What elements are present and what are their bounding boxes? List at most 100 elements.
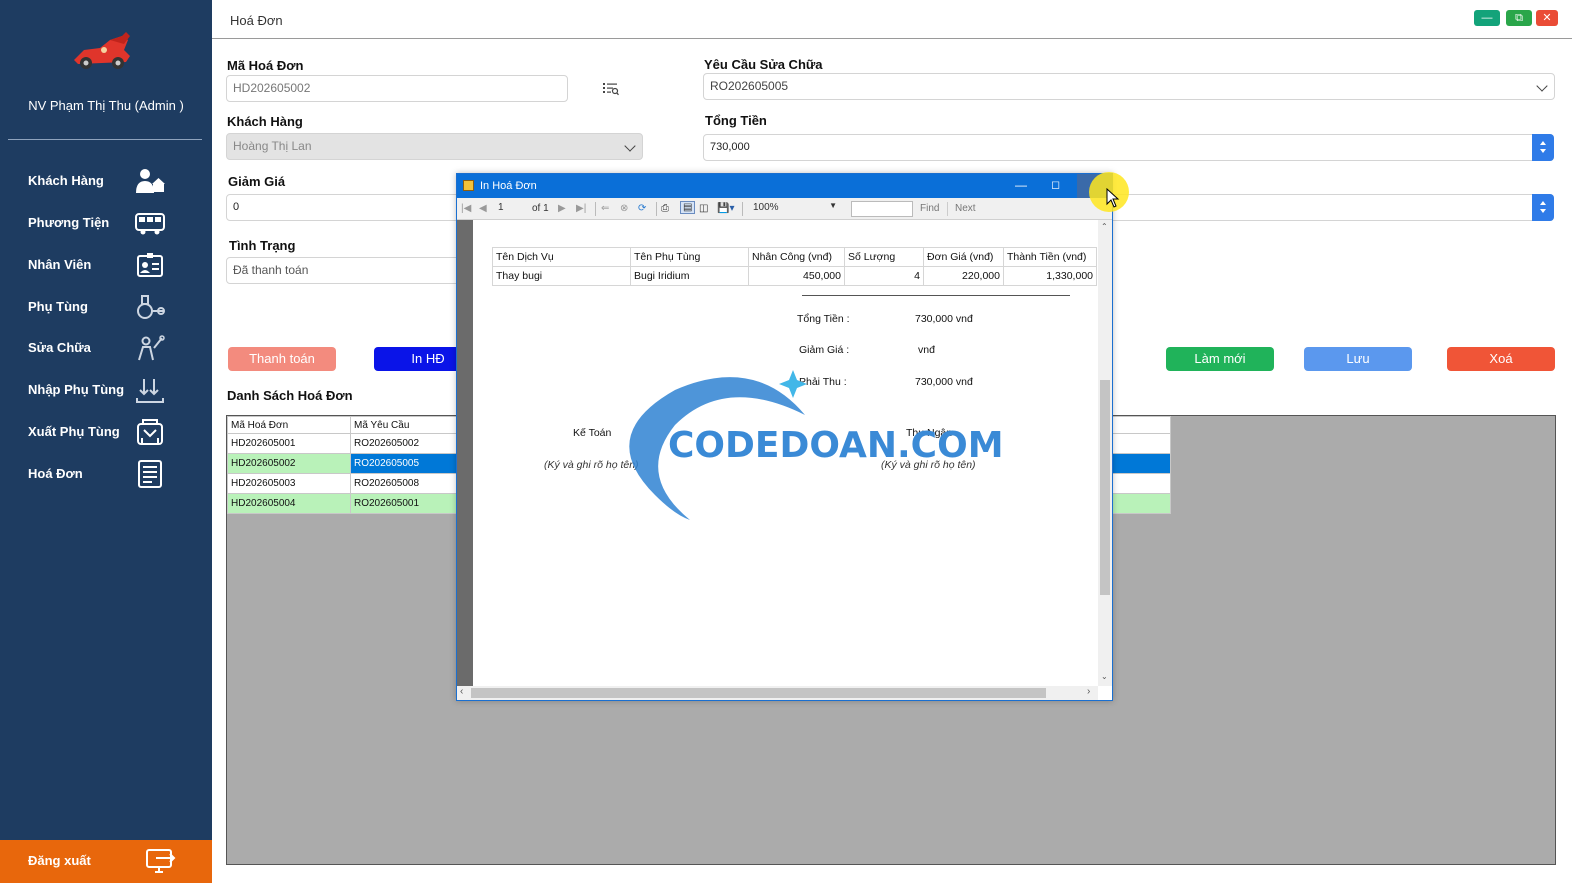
xoa-button[interactable]: Xoá — [1447, 347, 1555, 371]
grid-cell[interactable]: HD202605002 — [227, 453, 351, 474]
import-icon — [136, 379, 164, 403]
sidebar-item-label: Nhân Viên — [28, 256, 92, 272]
mouse-cursor-icon — [1106, 188, 1120, 208]
find-link[interactable]: Find — [920, 203, 939, 214]
grid-header[interactable]: Mã Hoá Đơn — [227, 416, 351, 434]
minimize-button[interactable]: — — [1474, 10, 1500, 26]
sidebar-item-label: Hoá Đơn — [28, 465, 83, 481]
report-margin — [457, 220, 473, 686]
scroll-thumb[interactable] — [471, 688, 1046, 698]
sidebar-item-label: Xuất Phụ Tùng — [28, 423, 120, 439]
prev-page-icon[interactable]: ◀ — [479, 203, 487, 214]
sidebar-item-khach-hang[interactable]: Khách Hàng — [0, 160, 212, 200]
giam-gia-spinner[interactable] — [1532, 194, 1554, 221]
scroll-up-icon[interactable]: ⌃ — [1101, 222, 1108, 231]
scroll-right-icon[interactable]: › — [1087, 686, 1090, 697]
giam-gia-label: Giảm Giá — [228, 174, 286, 189]
chevron-down-icon — [1536, 80, 1548, 92]
grid-cell[interactable]: HD202605003 — [227, 473, 351, 494]
page-of-label: of 1 — [532, 203, 549, 214]
sidebar-divider — [8, 139, 202, 140]
user-name: NV Phạm Thị Thu (Admin ) — [28, 98, 184, 113]
last-page-icon[interactable]: ▶| — [576, 203, 586, 214]
stop-icon[interactable]: ⊗ — [620, 203, 628, 214]
yeu-cau-select[interactable]: RO202605005 — [703, 73, 1555, 100]
report-cell: Bugi Iridium — [630, 266, 749, 286]
first-page-icon[interactable]: |◀ — [461, 203, 471, 214]
restore-button[interactable]: ⧉ — [1506, 10, 1532, 26]
page-setup-icon[interactable]: ◫ — [699, 203, 708, 214]
dialog-minimize-icon[interactable]: — — [1015, 178, 1027, 192]
next-link[interactable]: Next — [955, 203, 976, 214]
spare-part-icon — [137, 295, 165, 319]
scroll-thumb[interactable] — [1100, 380, 1110, 595]
sidebar-item-nhan-vien[interactable]: Nhân Viên — [0, 244, 212, 284]
scroll-down-icon[interactable]: ⌄ — [1101, 672, 1108, 681]
sidebar-item-label: Phụ Tùng — [28, 298, 88, 314]
sidebar-item-sua-chua[interactable]: Sửa Chữa — [0, 327, 212, 367]
window-title: Hoá Đơn — [230, 13, 283, 28]
zoom-value: 100% — [753, 202, 779, 213]
ma-hoa-don-label: Mã Hoá Đơn — [227, 58, 304, 73]
dialog-maximize-icon[interactable]: ◻ — [1051, 178, 1060, 191]
sidebar-item-nhap-phu-tung[interactable]: Nhập Phụ Tùng — [0, 369, 212, 409]
ma-hoa-don-input[interactable]: HD202605002 — [226, 75, 568, 102]
dialog-titlebar: In Hoá Đơn — ◻ — [457, 174, 1113, 198]
id-card-icon — [137, 253, 163, 277]
tong-tien-input[interactable]: 730,000 — [703, 134, 1554, 161]
horizontal-scrollbar[interactable]: ‹ › — [457, 686, 1098, 700]
sidebar-item-label: Khách Hàng — [28, 172, 104, 188]
sidebar-item-xuat-phu-tung[interactable]: Xuất Phụ Tùng — [0, 411, 212, 451]
toolbar-separator — [656, 202, 657, 216]
print-icon[interactable]: ⎙ — [661, 203, 669, 214]
export-icon — [137, 419, 163, 445]
tong-tien-label: Tổng Tiền — [705, 113, 767, 128]
khach-hang-value: Hoàng Thị Lan — [233, 139, 312, 153]
logout-monitor-icon — [146, 849, 176, 873]
sidebar: NV Phạm Thị Thu (Admin ) Khách Hàng Phươ… — [0, 0, 212, 883]
grid-cell[interactable]: HD202605001 — [227, 433, 351, 454]
luu-button[interactable]: Lưu — [1304, 347, 1412, 371]
report-phai-thu-value: 730,000 vnđ — [915, 376, 973, 388]
sidebar-item-phuong-tien[interactable]: Phương Tiện — [0, 202, 212, 242]
tong-tien-spinner[interactable] — [1532, 134, 1554, 161]
find-input[interactable] — [851, 201, 913, 217]
report-header-cell: Tên Phụ Tùng — [630, 247, 749, 267]
vertical-scrollbar[interactable]: ⌃ ⌄ — [1098, 220, 1112, 686]
report-header-cell: Đơn Giá (vnđ) — [923, 247, 1004, 267]
report-sign-note-left: (Ký và ghi rõ họ tên) — [544, 459, 639, 471]
back-icon[interactable]: ⇐ — [601, 203, 609, 214]
page-input[interactable]: 1 — [495, 201, 525, 217]
khach-hang-select[interactable]: Hoàng Thị Lan — [226, 133, 643, 160]
chevron-down-icon — [624, 140, 636, 152]
yeu-cau-value: RO202605005 — [710, 79, 789, 93]
report-header-cell: Nhân Công (vnđ) — [748, 247, 845, 267]
report-giam-gia-label: Giảm Giá : — [799, 344, 850, 356]
close-button[interactable]: ✕ — [1536, 10, 1558, 26]
search-list-icon[interactable] — [603, 82, 619, 96]
sidebar-item-phu-tung[interactable]: Phụ Tùng — [0, 286, 212, 326]
sidebar-item-label: Phương Tiện — [28, 214, 110, 230]
sidebar-item-hoa-don[interactable]: Hoá Đơn — [0, 453, 212, 493]
report-cell: 1,330,000 — [1003, 266, 1097, 286]
report-header-cell: Tên Dịch Vụ — [492, 247, 631, 267]
tinh-trang-label: Tình Trạng — [229, 238, 296, 253]
logout-button[interactable]: Đăng xuất — [0, 840, 212, 883]
report-phai-thu-label: Phải Thu : — [799, 376, 847, 388]
toolbar-separator — [742, 202, 743, 216]
grid-cell[interactable]: HD202605004 — [227, 493, 351, 514]
report-tong-tien-label: Tổng Tiền : — [797, 313, 850, 325]
giam-gia-value: 0 — [233, 201, 240, 213]
report-cell: 4 — [844, 266, 924, 286]
zoom-select[interactable]: 100% ▼ — [749, 201, 839, 217]
print-layout-icon[interactable]: ▤ — [680, 201, 696, 214]
customer-icon — [136, 169, 165, 193]
next-page-icon[interactable]: ▶ — [558, 203, 566, 214]
lam-moi-button[interactable]: Làm mới — [1166, 347, 1274, 371]
thanh-toan-button[interactable]: Thanh toán — [228, 347, 336, 371]
export-save-icon[interactable]: 💾▾ — [717, 203, 734, 214]
scroll-left-icon[interactable]: ‹ — [460, 686, 463, 697]
toolbar-separator — [595, 202, 596, 216]
refresh-icon[interactable]: ⟳ — [638, 203, 646, 214]
report-giam-gia-value: vnđ — [918, 344, 935, 356]
